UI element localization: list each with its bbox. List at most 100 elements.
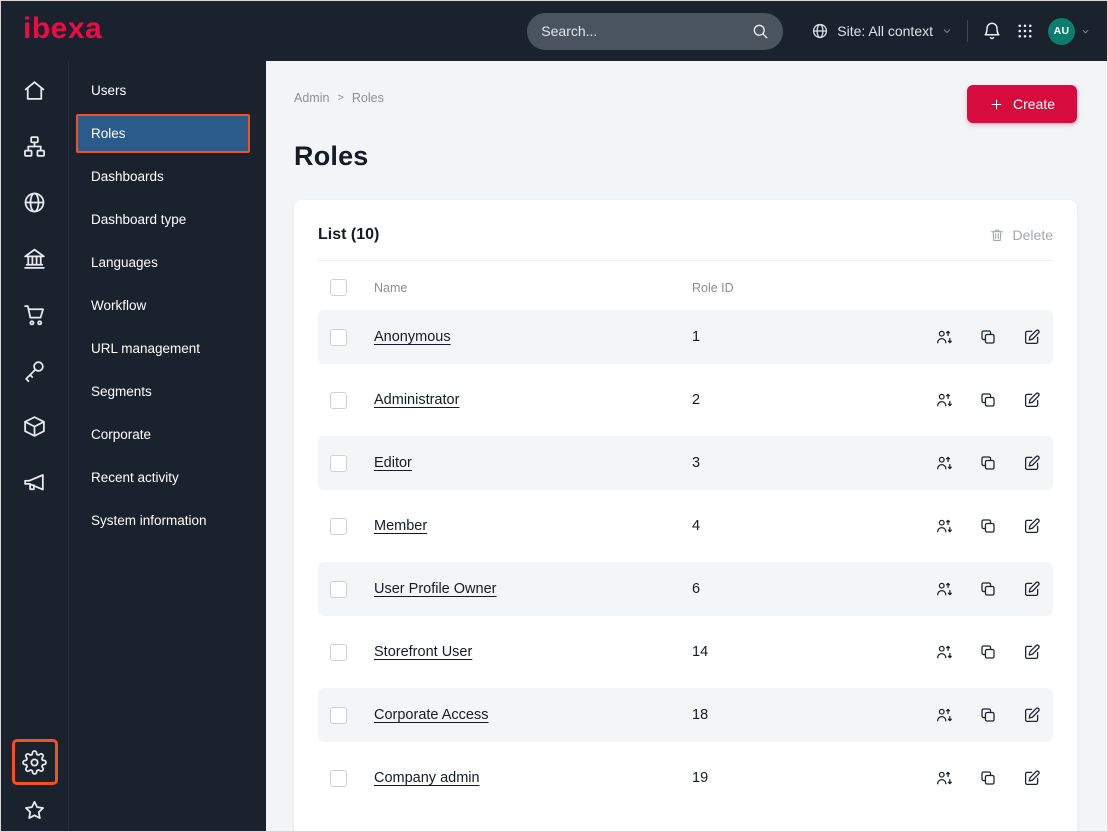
edit-icon bbox=[1023, 706, 1041, 724]
rail-item-content-tree[interactable] bbox=[22, 134, 47, 159]
rail-item-building[interactable] bbox=[22, 246, 47, 271]
sidebar-item-corporate[interactable]: Corporate bbox=[69, 413, 266, 456]
sidebar-item-label: Roles bbox=[91, 126, 126, 141]
assign-users-button[interactable] bbox=[935, 391, 953, 409]
role-name-link[interactable]: Member bbox=[374, 518, 427, 534]
sidebar-item-dashboard-type[interactable]: Dashboard type bbox=[69, 198, 266, 241]
trash-icon bbox=[989, 227, 1005, 243]
app-window: ibexa Site: All context AU Users Roles Das… bbox=[0, 0, 1108, 832]
edit-button[interactable] bbox=[1023, 706, 1041, 724]
role-name-link[interactable]: Company admin bbox=[374, 770, 480, 786]
rail-item-settings[interactable] bbox=[11, 739, 58, 785]
assign-users-button[interactable] bbox=[935, 454, 953, 472]
row-checkbox[interactable] bbox=[330, 580, 347, 598]
assign-users-button[interactable] bbox=[935, 328, 953, 346]
sidebar-item-roles[interactable]: Roles bbox=[76, 114, 250, 153]
sidebar-item-label: Dashboard type bbox=[91, 212, 187, 227]
edit-button[interactable] bbox=[1023, 328, 1041, 346]
copy-button[interactable] bbox=[979, 517, 997, 535]
rail-item-cart[interactable] bbox=[22, 302, 47, 327]
copy-button[interactable] bbox=[979, 769, 997, 787]
roles-table: Name Role ID Anonymous 1 Administrator 2 Edi… bbox=[318, 261, 1053, 805]
row-checkbox[interactable] bbox=[330, 769, 347, 787]
content-tree-icon bbox=[22, 134, 47, 159]
sidebar-item-dashboards[interactable]: Dashboards bbox=[69, 155, 266, 198]
row-checkbox[interactable] bbox=[330, 454, 347, 472]
edit-button[interactable] bbox=[1023, 517, 1041, 535]
breadcrumb-item-roles[interactable]: Roles bbox=[352, 91, 384, 105]
sidebar-item-recent-activity[interactable]: Recent activity bbox=[69, 456, 266, 499]
role-id-value: 1 bbox=[692, 329, 701, 345]
copy-button[interactable] bbox=[979, 580, 997, 598]
edit-icon bbox=[1023, 580, 1041, 598]
topbar: ibexa Site: All context AU bbox=[1, 1, 1107, 61]
assign-users-icon bbox=[935, 769, 953, 787]
table-row: Anonymous 1 bbox=[318, 310, 1053, 364]
create-button[interactable]: Create bbox=[966, 85, 1077, 123]
edit-button[interactable] bbox=[1023, 769, 1041, 787]
role-name-link[interactable]: Anonymous bbox=[374, 329, 451, 345]
table-row: Administrator 2 bbox=[318, 373, 1053, 427]
apps-grid-button[interactable] bbox=[1016, 22, 1034, 40]
assign-users-button[interactable] bbox=[935, 517, 953, 535]
icon-rail-top bbox=[22, 78, 47, 495]
sidebar-item-label: Recent activity bbox=[91, 470, 179, 485]
role-name-link[interactable]: Corporate Access bbox=[374, 707, 488, 723]
sidebar-item-label: System information bbox=[91, 513, 207, 528]
edit-button[interactable] bbox=[1023, 643, 1041, 661]
copy-button[interactable] bbox=[979, 328, 997, 346]
delete-button[interactable]: Delete bbox=[989, 227, 1053, 243]
sidebar-item-languages[interactable]: Languages bbox=[69, 241, 266, 284]
copy-button[interactable] bbox=[979, 643, 997, 661]
assign-users-button[interactable] bbox=[935, 643, 953, 661]
row-actions bbox=[901, 706, 1041, 724]
site-context-label: Site: All context bbox=[837, 23, 933, 39]
sidebar-item-users[interactable]: Users bbox=[69, 69, 266, 112]
copy-button[interactable] bbox=[979, 706, 997, 724]
select-all-checkbox[interactable] bbox=[330, 279, 347, 296]
role-name-link[interactable]: Storefront User bbox=[374, 644, 472, 660]
site-context-selector[interactable]: Site: All context bbox=[811, 22, 953, 40]
edit-button[interactable] bbox=[1023, 580, 1041, 598]
search-icon bbox=[751, 22, 769, 40]
assign-users-button[interactable] bbox=[935, 706, 953, 724]
copy-button[interactable] bbox=[979, 454, 997, 472]
user-menu[interactable]: AU bbox=[1048, 17, 1091, 45]
row-checkbox[interactable] bbox=[330, 706, 347, 724]
sidebar-item-label: Corporate bbox=[91, 427, 152, 442]
assign-users-icon bbox=[935, 328, 953, 346]
search-bar[interactable] bbox=[527, 12, 784, 50]
row-checkbox[interactable] bbox=[330, 391, 347, 409]
breadcrumb-item-admin[interactable]: Admin bbox=[294, 91, 329, 105]
notifications-button[interactable] bbox=[982, 21, 1002, 41]
assign-users-button[interactable] bbox=[935, 580, 953, 598]
rail-item-home[interactable] bbox=[22, 78, 47, 103]
row-checkbox[interactable] bbox=[330, 517, 347, 535]
rail-item-bookmarks[interactable] bbox=[22, 798, 47, 823]
sidebar-item-workflow[interactable]: Workflow bbox=[69, 284, 266, 327]
edit-icon bbox=[1023, 328, 1041, 346]
rail-item-marketing[interactable] bbox=[22, 470, 47, 495]
rail-item-permissions[interactable] bbox=[22, 358, 47, 383]
sidebar-item-url-management[interactable]: URL management bbox=[69, 327, 266, 370]
role-name-link[interactable]: Administrator bbox=[374, 392, 459, 408]
edit-button[interactable] bbox=[1023, 391, 1041, 409]
avatar: AU bbox=[1048, 17, 1075, 45]
sidebar-item-system-information[interactable]: System information bbox=[69, 499, 266, 542]
search-input[interactable] bbox=[541, 23, 752, 39]
copy-button[interactable] bbox=[979, 391, 997, 409]
row-checkbox[interactable] bbox=[330, 328, 347, 346]
table-row: User Profile Owner 6 bbox=[318, 562, 1053, 616]
edit-button[interactable] bbox=[1023, 454, 1041, 472]
rail-item-globe[interactable] bbox=[22, 190, 47, 215]
edit-icon bbox=[1023, 517, 1041, 535]
row-actions bbox=[901, 454, 1041, 472]
role-name-link[interactable]: User Profile Owner bbox=[374, 581, 496, 597]
page-title: Roles bbox=[294, 141, 369, 171]
assign-users-button[interactable] bbox=[935, 769, 953, 787]
sidebar-item-segments[interactable]: Segments bbox=[69, 370, 266, 413]
role-name-link[interactable]: Editor bbox=[374, 455, 412, 471]
breadcrumb: Admin > Roles bbox=[294, 85, 384, 105]
rail-item-products[interactable] bbox=[22, 414, 47, 439]
row-checkbox[interactable] bbox=[330, 643, 347, 661]
